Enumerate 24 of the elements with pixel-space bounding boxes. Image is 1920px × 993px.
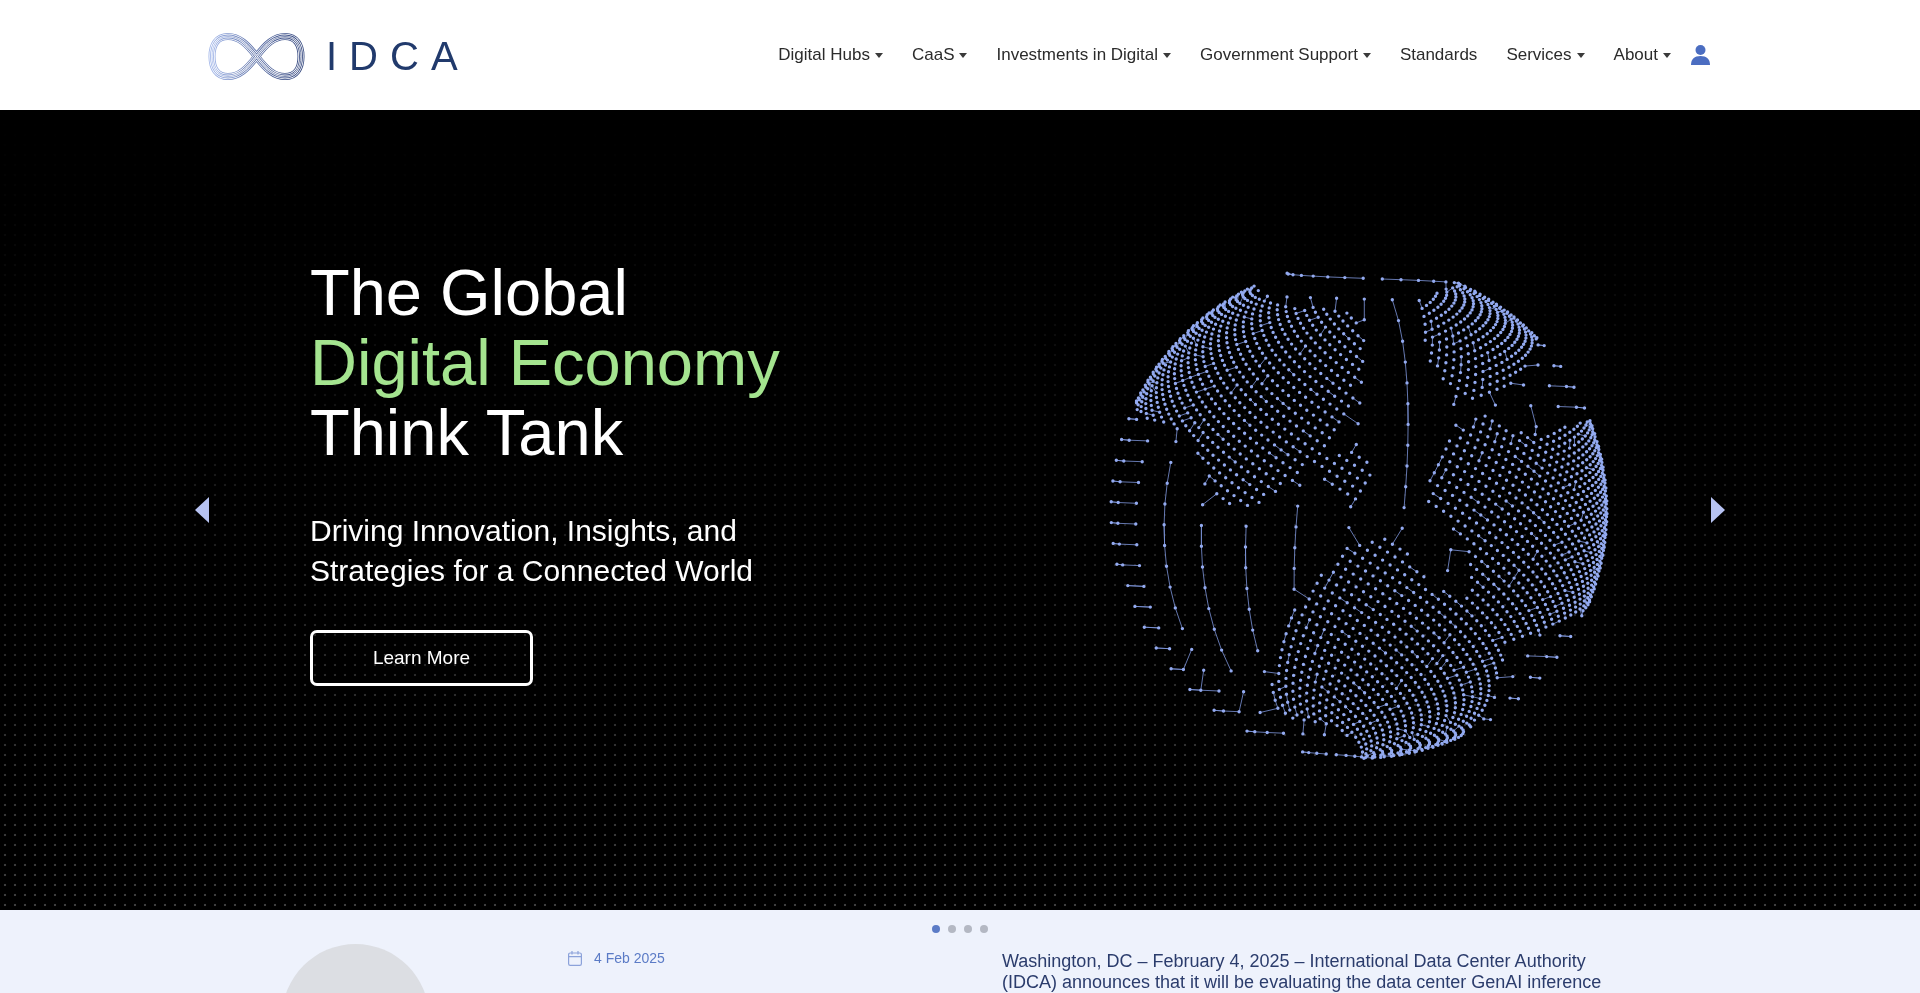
- news-date: 4 Feb 2025: [594, 949, 665, 968]
- hero-subtitle: Driving Innovation, Insights, and Strategies for a Connected World: [310, 513, 754, 589]
- nav-link[interactable]: Investments in Digital: [996, 44, 1172, 66]
- headline-text: Digital Economy: [310, 328, 780, 398]
- nav-link[interactable]: Standards: [1399, 44, 1478, 66]
- right-arrow-icon[interactable]: [1711, 497, 1725, 523]
- user-icon[interactable]: [1691, 45, 1710, 65]
- nav-link[interactable]: About: [1613, 44, 1671, 66]
- nav-link[interactable]: CaaS: [911, 44, 968, 66]
- headline-text: The Global: [310, 258, 628, 328]
- headline-text: Think Tank: [310, 398, 624, 468]
- carousel-dot[interactable]: [948, 925, 956, 933]
- carousel-dot[interactable]: [964, 925, 972, 933]
- carousel-dot[interactable]: [932, 925, 940, 933]
- infinity-logo-icon[interactable]: [208, 31, 305, 81]
- nav-link[interactable]: Government Support: [1200, 44, 1371, 66]
- nav-link[interactable]: Digital Hubs: [778, 44, 883, 66]
- news-text: Washington, DC – February 4, 2025 – International Data Center Authority (IDCA) announces that it will be evaluating the data center GenAI inference: [1002, 951, 1603, 993]
- left-arrow-icon[interactable]: [195, 497, 209, 523]
- nav-link[interactable]: Services: [1506, 44, 1585, 66]
- learn-more-button[interactable]: Learn More: [310, 630, 533, 686]
- carousel-dot[interactable]: [980, 925, 988, 933]
- logo-text[interactable]: IDCA: [326, 33, 470, 79]
- calendar-icon: [568, 950, 582, 966]
